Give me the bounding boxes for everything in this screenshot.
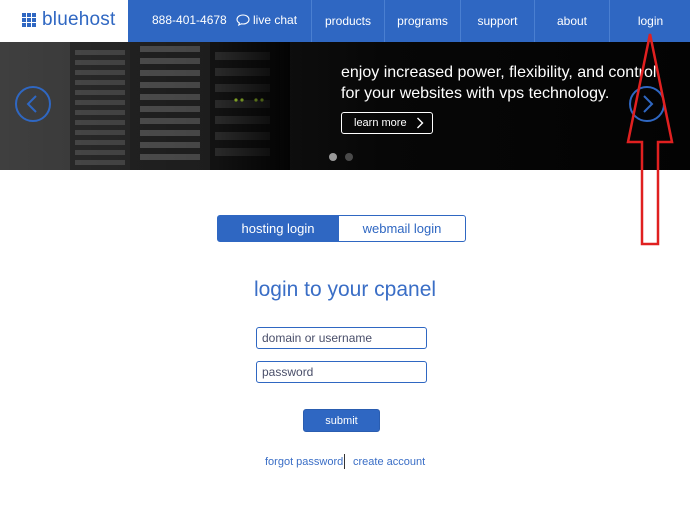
login-title: login to your cpanel [253, 278, 437, 301]
logo-grid-icon [22, 13, 36, 27]
learn-more-button[interactable]: learn more [341, 112, 433, 134]
tab-hosting-login[interactable]: hosting login [217, 215, 339, 242]
tab-webmail-login-label: webmail login [362, 221, 442, 236]
nav-support-label: support [477, 14, 518, 28]
chevron-right-icon [417, 117, 424, 129]
create-account-link[interactable]: create account [353, 456, 425, 468]
forgot-password-link[interactable]: forgot password [265, 456, 343, 468]
nav-login-label: login [637, 14, 664, 28]
nav-about[interactable]: about [534, 0, 609, 42]
live-chat-label: live chat [253, 13, 298, 27]
top-navigation-bar: bluehost 888-401-4678 live chat products… [0, 0, 690, 42]
carousel-dot-2[interactable] [345, 153, 353, 161]
nav-products[interactable]: products [311, 0, 384, 42]
username-input[interactable] [256, 327, 427, 349]
live-chat-link[interactable]: live chat [236, 13, 297, 27]
chevron-left-icon [26, 95, 37, 113]
chat-bubble-icon [236, 14, 250, 26]
tab-hosting-login-label: hosting login [241, 221, 315, 236]
password-input[interactable] [256, 361, 427, 383]
nav-programs[interactable]: programs [384, 0, 460, 42]
submit-button[interactable]: submit [303, 409, 380, 432]
hero-banner: enjoy increased power, flexibility, and … [0, 42, 690, 170]
logo-link[interactable]: bluehost [0, 0, 128, 42]
logo-text: bluehost [42, 9, 116, 30]
carousel-dot-1[interactable] [329, 153, 337, 161]
nav-products-label: products [324, 14, 372, 28]
nav-support[interactable]: support [460, 0, 534, 42]
carousel-prev-button[interactable] [15, 86, 51, 122]
tab-webmail-login[interactable]: webmail login [338, 215, 466, 242]
annotation-arrow-icon [626, 33, 674, 246]
nav-about-label: about [556, 14, 588, 28]
learn-more-label: learn more [354, 117, 407, 129]
nav-programs-label: programs [397, 14, 448, 28]
link-divider [344, 454, 345, 469]
phone-number[interactable]: 888-401-4678 [152, 13, 227, 27]
